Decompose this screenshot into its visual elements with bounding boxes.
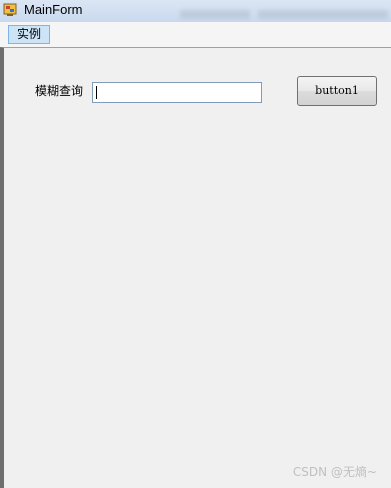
main-window: MainForm 实例 模糊查询 button1 CSDN @无熵~: [0, 0, 391, 488]
menu-bar: 实例: [0, 22, 391, 47]
button1[interactable]: button1: [297, 76, 377, 106]
form-client-area: 模糊查询 button1 CSDN @无熵~: [0, 47, 391, 488]
menu-item-examples[interactable]: 实例: [8, 25, 50, 44]
blurred-area: [180, 10, 250, 19]
title-bar[interactable]: MainForm: [0, 0, 391, 22]
search-label: 模糊查询: [35, 84, 84, 98]
text-caret: [96, 86, 97, 99]
app-icon: [3, 3, 17, 16]
window-title: MainForm: [24, 2, 83, 17]
search-input[interactable]: [92, 82, 262, 103]
blurred-area: [258, 10, 388, 19]
watermark: CSDN @无熵~: [292, 465, 377, 479]
